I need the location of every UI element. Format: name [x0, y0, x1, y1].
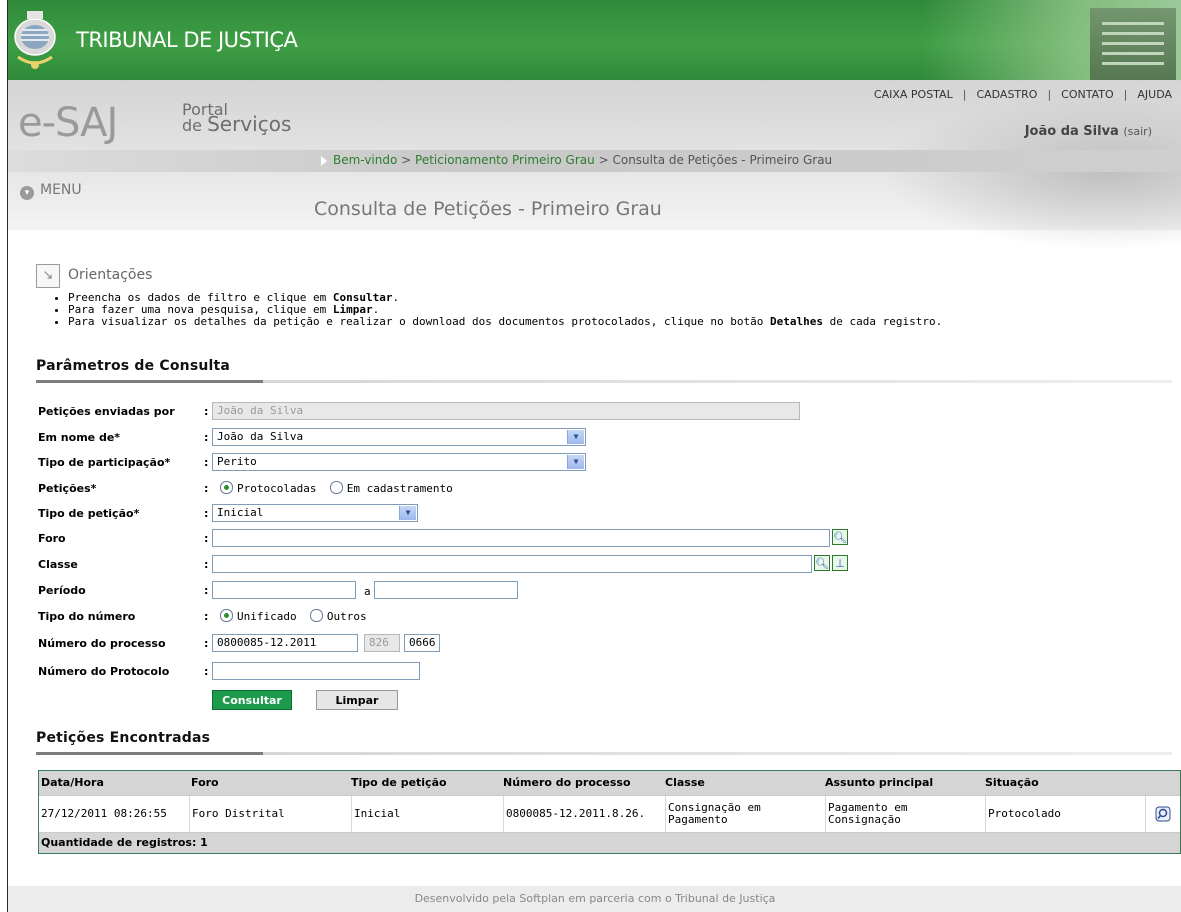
orientation-item: Para visualizar os detalhes da petição e…: [68, 316, 1118, 328]
petition-type-select[interactable]: Inicial ▼: [212, 504, 418, 522]
search-icon[interactable]: 🔍︎: [814, 555, 830, 571]
page-frame: TRIBUNAL DE JUSTIÇA e-SAJ Portal de Serv…: [7, 0, 1181, 912]
col-class: Classe: [665, 776, 705, 789]
class-input[interactable]: [212, 555, 812, 573]
col-process: Número do processo: [503, 776, 631, 789]
breadcrumb-sep: >: [598, 153, 609, 167]
page-title: Consulta de Petições - Primeiro Grau: [314, 198, 662, 220]
row-forum: Foro : 🔍︎: [38, 529, 848, 547]
header: e-SAJ Portal de Serviços CAIXA POSTAL | CA…: [8, 80, 1181, 250]
row-petitions: Petições* : Protocoladas Em cadastrament…: [38, 481, 453, 495]
radio-em-cadastramento[interactable]: [329, 481, 343, 494]
building-image: [1090, 8, 1176, 80]
breadcrumb-arrow-icon: [321, 156, 327, 166]
menu-toggle[interactable]: ▾ MENU: [20, 182, 82, 200]
chevron-down-icon: ▼: [567, 430, 584, 444]
link-contato[interactable]: CONTATO: [1055, 88, 1119, 101]
row-class: Classe : 🔍︎ ⊥: [38, 555, 1178, 575]
col-type: Tipo de petição: [351, 776, 447, 789]
process-number-input[interactable]: 0800085-12.2011: [212, 634, 358, 652]
results-table: Data/Hora Foro Tipo de petição Número do…: [38, 770, 1181, 854]
link-caixa-postal[interactable]: CAIXA POSTAL: [868, 88, 959, 101]
col-forum: Foro: [191, 776, 219, 789]
link-ajuda[interactable]: AJUDA: [1131, 88, 1178, 101]
breadcrumb-sep: >: [401, 153, 412, 167]
breadcrumb-home[interactable]: Bem-vindo: [333, 153, 397, 167]
table-footer: Quantidade de registros: 1: [39, 832, 1180, 853]
col-subject: Assunto principal: [825, 776, 934, 789]
breadcrumb: Bem-vindo > Peticionamento Primeiro Grau…: [8, 150, 1181, 172]
chevron-down-icon: ▼: [567, 455, 584, 469]
user-name: João da Silva: [1024, 124, 1119, 139]
limpar-button[interactable]: Limpar: [316, 690, 398, 710]
row-on-behalf: Em nome de* : João da Silva ▼: [38, 428, 1178, 448]
process-number-origin-input[interactable]: 0666: [404, 634, 440, 652]
on-behalf-select[interactable]: João da Silva ▼: [212, 428, 586, 446]
row-sent-by: Petições enviadas por : João da Silva: [38, 402, 1178, 422]
row-petition-type: Tipo de petição* : Inicial ▼: [38, 504, 1178, 524]
sent-by-label: Petições enviadas por: [38, 405, 175, 418]
col-status: Situação: [985, 776, 1039, 789]
tree-icon[interactable]: ⊥: [832, 555, 848, 571]
chevron-down-icon: ▼: [399, 506, 416, 520]
table-row: 27/12/2011 08:26:55 Foro Distrital Inici…: [39, 795, 1180, 832]
top-links: CAIXA POSTAL | CADASTRO | CONTATO | AJUDA: [868, 88, 1178, 101]
results-section-title: Petições Encontradas: [36, 730, 1172, 755]
arrow-down-right-icon: ↘: [36, 264, 60, 288]
row-period: Período : a: [38, 581, 1178, 601]
breadcrumb-current: Consulta de Petições - Primeiro Grau: [612, 153, 833, 167]
col-datetime: Data/Hora: [41, 776, 104, 789]
portal-servicos-text: Portal de Serviços: [182, 102, 322, 136]
court-crest-logo: [14, 11, 56, 69]
radio-protocoladas-label: Protocoladas: [237, 482, 317, 495]
params-section-title: Parâmetros de Consulta: [36, 358, 1172, 383]
esaj-logo: e-SAJ Portal de Serviços: [18, 100, 291, 146]
period-from-input[interactable]: [212, 581, 356, 599]
logout-link[interactable]: (sair): [1123, 125, 1152, 138]
radio-unificado[interactable]: [220, 609, 233, 622]
menu-label: MENU: [40, 182, 82, 198]
orientations-list: Preencha os dados de filtro e clique em …: [48, 292, 1118, 328]
row-number-type: Tipo do número : Unificado Outros: [38, 609, 367, 623]
page-footer: Desenvolvido pela Softplan em parceria c…: [8, 886, 1181, 912]
breadcrumb-peticionamento[interactable]: Peticionamento Primeiro Grau: [415, 153, 595, 167]
sent-by-field: João da Silva: [212, 402, 800, 420]
row-protocol-number: Número do Protocolo :: [38, 662, 1178, 682]
portal-line2-prefix: de: [182, 116, 202, 135]
radio-em-cadastramento-label: Em cadastramento: [346, 482, 453, 495]
orientations-title: Orientações: [68, 267, 153, 283]
link-cadastro[interactable]: CADASTRO: [970, 88, 1043, 101]
table-header: Data/Hora Foro Tipo de petição Número do…: [39, 771, 1180, 795]
chevron-down-icon: ▾: [20, 186, 34, 200]
record-count: Quantidade de registros: 1: [41, 836, 208, 849]
forum-input[interactable]: [212, 529, 830, 547]
search-icon[interactable]: 🔍︎: [832, 529, 848, 545]
details-icon[interactable]: [1155, 806, 1171, 822]
consultar-button[interactable]: Consultar: [212, 690, 292, 710]
period-to-input[interactable]: [374, 581, 518, 599]
top-banner: TRIBUNAL DE JUSTIÇA: [8, 0, 1181, 80]
row-participation: Tipo de participação* : Perito ▼: [38, 453, 1178, 473]
radio-protocoladas[interactable]: [220, 481, 233, 494]
user-info: João da Silva (sair): [1025, 124, 1152, 139]
process-number-court-field: 826: [364, 634, 400, 652]
protocol-number-input[interactable]: [212, 662, 420, 680]
esaj-logo-text: e-SAJ: [18, 100, 118, 146]
participation-select[interactable]: Perito ▼: [212, 453, 586, 471]
row-process-number: Número do processo : 0800085-12.2011 826…: [38, 634, 1178, 654]
section-divider: [36, 752, 1172, 755]
portal-line2: Serviços: [207, 112, 292, 136]
radio-outros[interactable]: [309, 609, 323, 622]
section-divider: [36, 380, 1172, 383]
court-name: TRIBUNAL DE JUSTIÇA: [76, 28, 298, 52]
